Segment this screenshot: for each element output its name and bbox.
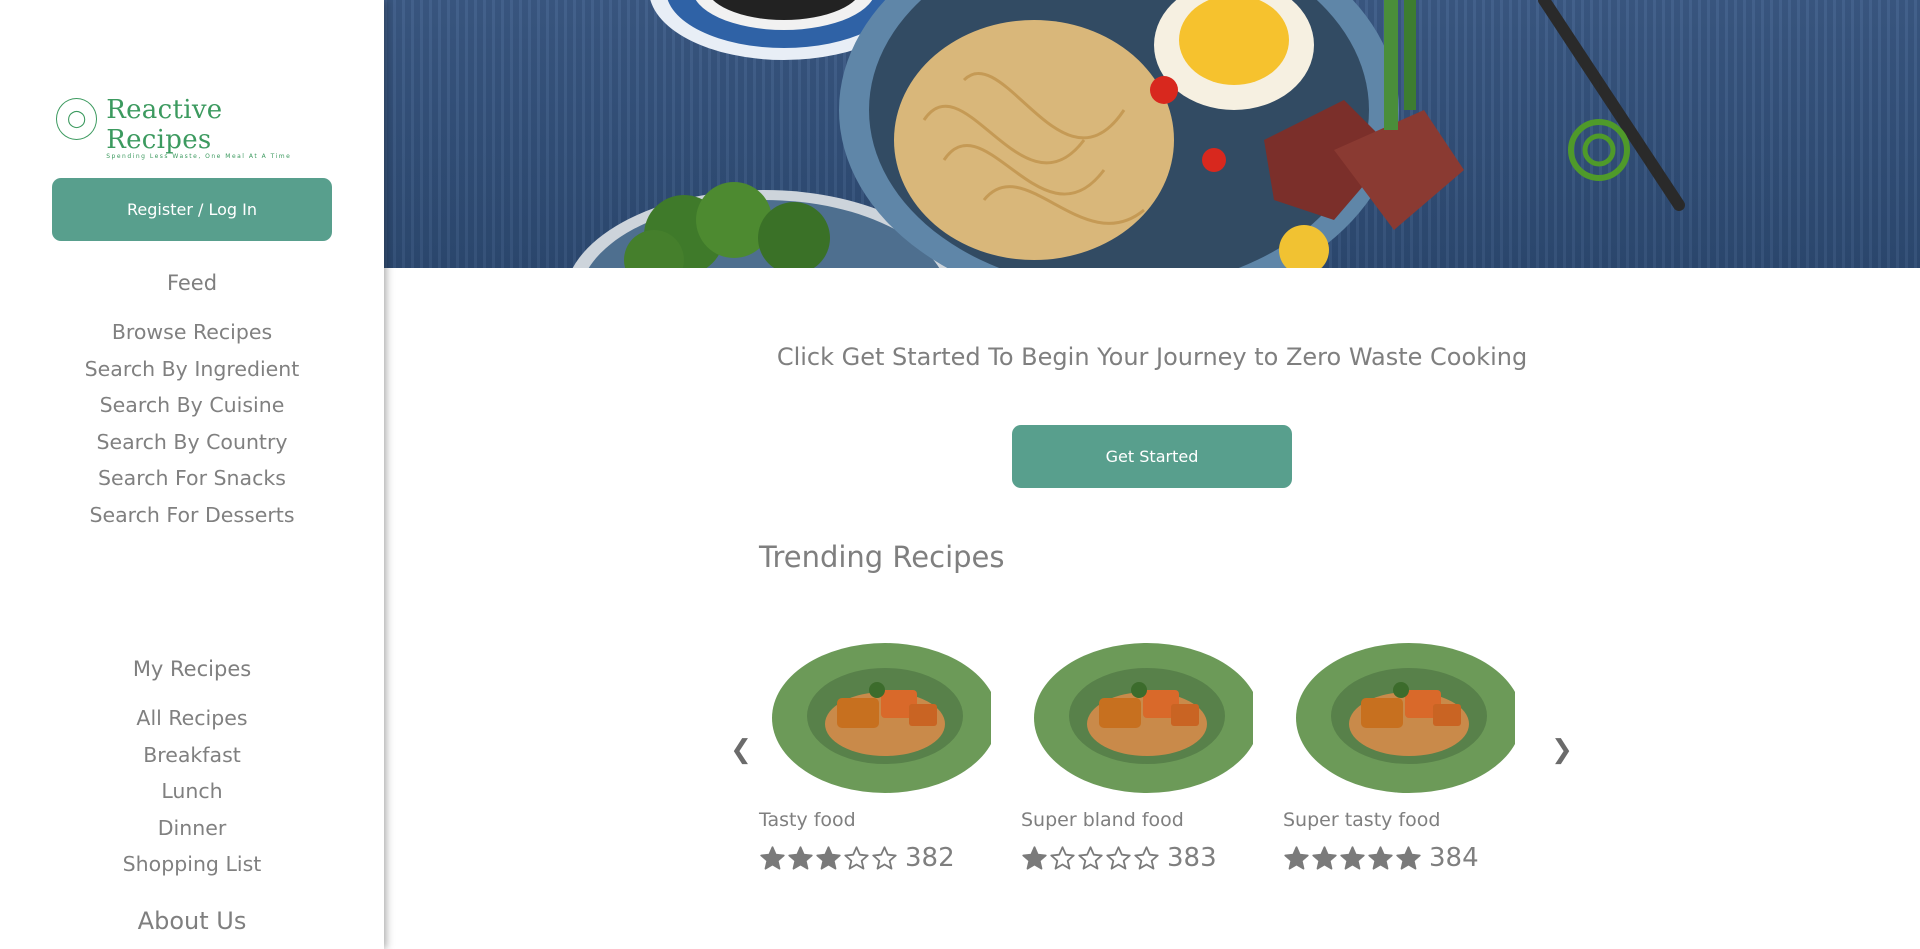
star-filled-icon[interactable]: [1339, 845, 1366, 872]
star-filled-icon[interactable]: [759, 845, 786, 872]
nav-item-search-by-ingredient[interactable]: Search By Ingredient: [0, 351, 384, 388]
nav-item-browse-recipes[interactable]: Browse Recipes: [0, 314, 384, 351]
nav-about-us[interactable]: About Us: [0, 908, 384, 934]
hero-food-illustration: [572, 0, 1685, 268]
get-started-prompt: Click Get Started To Begin Your Journey …: [776, 343, 1528, 371]
recipe-title: Tasty food: [759, 809, 856, 831]
star-filled-icon[interactable]: [1021, 845, 1048, 872]
rating-count: 383: [1167, 843, 1217, 873]
brand-logo[interactable]: ◯ Reactive Recipes Spending Less Waste, …: [56, 95, 332, 160]
star-empty-icon[interactable]: [1077, 845, 1104, 872]
nav-item-dinner[interactable]: Dinner: [0, 810, 384, 847]
star-empty-icon[interactable]: [1049, 845, 1076, 872]
nav-item-shopping-list[interactable]: Shopping List: [0, 846, 384, 883]
nav-item-lunch[interactable]: Lunch: [0, 773, 384, 810]
nav-item-search-for-desserts[interactable]: Search For Desserts: [0, 497, 384, 534]
nav-heading-my-recipes[interactable]: My Recipes: [0, 656, 384, 682]
star-rating[interactable]: 384: [1283, 843, 1523, 873]
recipe-card[interactable]: Tasty food 382: [759, 638, 999, 873]
star-empty-icon[interactable]: [871, 845, 898, 872]
star-empty-icon[interactable]: [1133, 845, 1160, 872]
hero-banner-image: [384, 0, 1920, 268]
register-login-button[interactable]: Register / Log In: [52, 178, 332, 241]
star-filled-icon[interactable]: [1311, 845, 1338, 872]
dish-image: [1296, 643, 1515, 793]
rating-count: 382: [905, 843, 955, 873]
recipe-card[interactable]: Super tasty food 384: [1283, 638, 1523, 873]
star-filled-icon[interactable]: [1395, 845, 1422, 872]
dish-image: [1034, 643, 1253, 793]
trending-recipes-heading: Trending Recipes: [759, 540, 1005, 574]
star-empty-icon[interactable]: [843, 845, 870, 872]
star-filled-icon[interactable]: [815, 845, 842, 872]
nav-item-search-for-snacks[interactable]: Search For Snacks: [0, 460, 384, 497]
brand-tagline: Spending Less Waste, One Meal At A Time: [106, 153, 292, 160]
dish-image: [772, 643, 991, 793]
recipe-title: Super bland food: [1021, 809, 1184, 831]
rating-count: 384: [1429, 843, 1479, 873]
chevron-left-icon[interactable]: ❮: [729, 735, 753, 765]
recipe-card[interactable]: Super bland food 383: [1021, 638, 1261, 873]
star-rating[interactable]: 383: [1021, 843, 1261, 873]
nav-item-search-by-cuisine[interactable]: Search By Cuisine: [0, 387, 384, 424]
star-rating[interactable]: 382: [759, 843, 999, 873]
chevron-right-icon[interactable]: ❯: [1550, 735, 1574, 765]
nav-item-breakfast[interactable]: Breakfast: [0, 737, 384, 774]
apple-logo-icon: ◯: [56, 98, 98, 140]
nav-item-all-recipes[interactable]: All Recipes: [0, 700, 384, 737]
nav-item-search-by-country[interactable]: Search By Country: [0, 424, 384, 461]
nav-heading-feed[interactable]: Feed: [0, 270, 384, 296]
brand-name: Reactive Recipes: [106, 95, 223, 155]
star-filled-icon[interactable]: [1367, 845, 1394, 872]
star-filled-icon[interactable]: [787, 845, 814, 872]
recipe-title: Super tasty food: [1283, 809, 1441, 831]
star-empty-icon[interactable]: [1105, 845, 1132, 872]
get-started-button[interactable]: Get Started: [1012, 425, 1292, 488]
sidebar: ◯ Reactive Recipes Spending Less Waste, …: [0, 0, 384, 949]
star-filled-icon[interactable]: [1283, 845, 1310, 872]
